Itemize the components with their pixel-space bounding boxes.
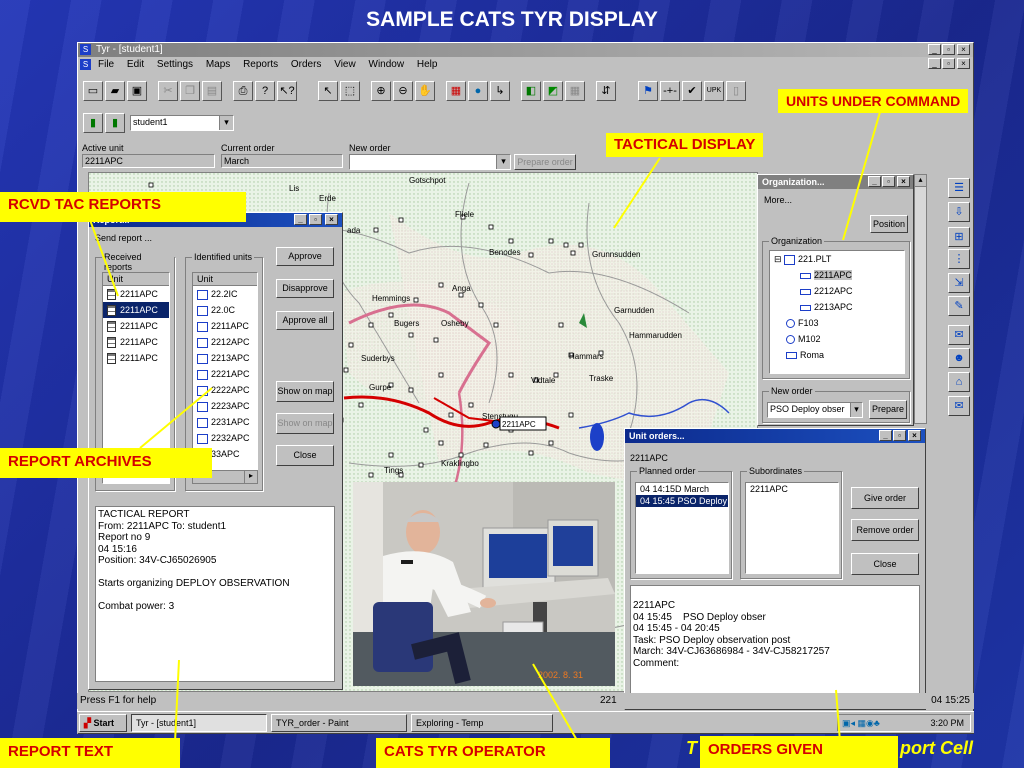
callout-cats-tyr-operator: CATS TYR OPERATOR: [376, 738, 610, 768]
callout-report-archives: REPORT ARCHIVES: [0, 448, 212, 478]
callout-rcvd-tac-reports: RCVD TAC REPORTS: [0, 192, 246, 222]
callout-report-text: REPORT TEXT: [0, 738, 180, 768]
callout-orders-given: ORDERS GIVEN: [700, 736, 898, 768]
footer-right: port Cell: [900, 738, 974, 758]
callout-pointers: [89, 111, 881, 743]
footer-left: T: [686, 738, 697, 758]
callout-tactical-display: TACTICAL DISPLAY: [606, 133, 764, 157]
callout-units-under-command: UNITS UNDER COMMAND: [778, 89, 969, 113]
slide-background: SAMPLE CATS TYR DISPLAY S Tyr - [student…: [0, 0, 1024, 768]
